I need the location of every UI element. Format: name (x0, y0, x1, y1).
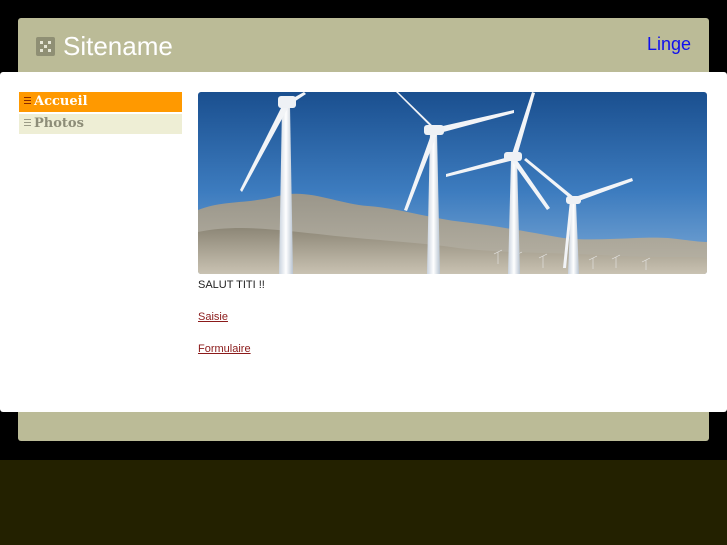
dice-icon (36, 37, 55, 56)
content-panel: Accueil Photos SALUT TITI !! Saisie Form… (0, 72, 727, 412)
greeting-text: SALUT TITI !! (198, 279, 265, 291)
sidebar-item-label: Photos (34, 116, 84, 131)
formulaire-link[interactable]: Formulaire (198, 342, 251, 356)
hero-image-wind-turbines (198, 92, 707, 274)
menu-bullet-icon (24, 119, 31, 126)
site-title: Sitename (63, 31, 173, 61)
footer-band (0, 460, 727, 545)
top-nav-link[interactable]: Linge (647, 34, 691, 54)
sidebar-item-accueil[interactable]: Accueil (19, 92, 182, 112)
sidebar-item-label: Accueil (34, 94, 88, 109)
saisie-link[interactable]: Saisie (198, 310, 228, 324)
sidebar-item-photos[interactable]: Photos (19, 114, 182, 134)
menu-bullet-icon (24, 97, 31, 104)
sidebar-nav: Accueil Photos (19, 92, 182, 136)
